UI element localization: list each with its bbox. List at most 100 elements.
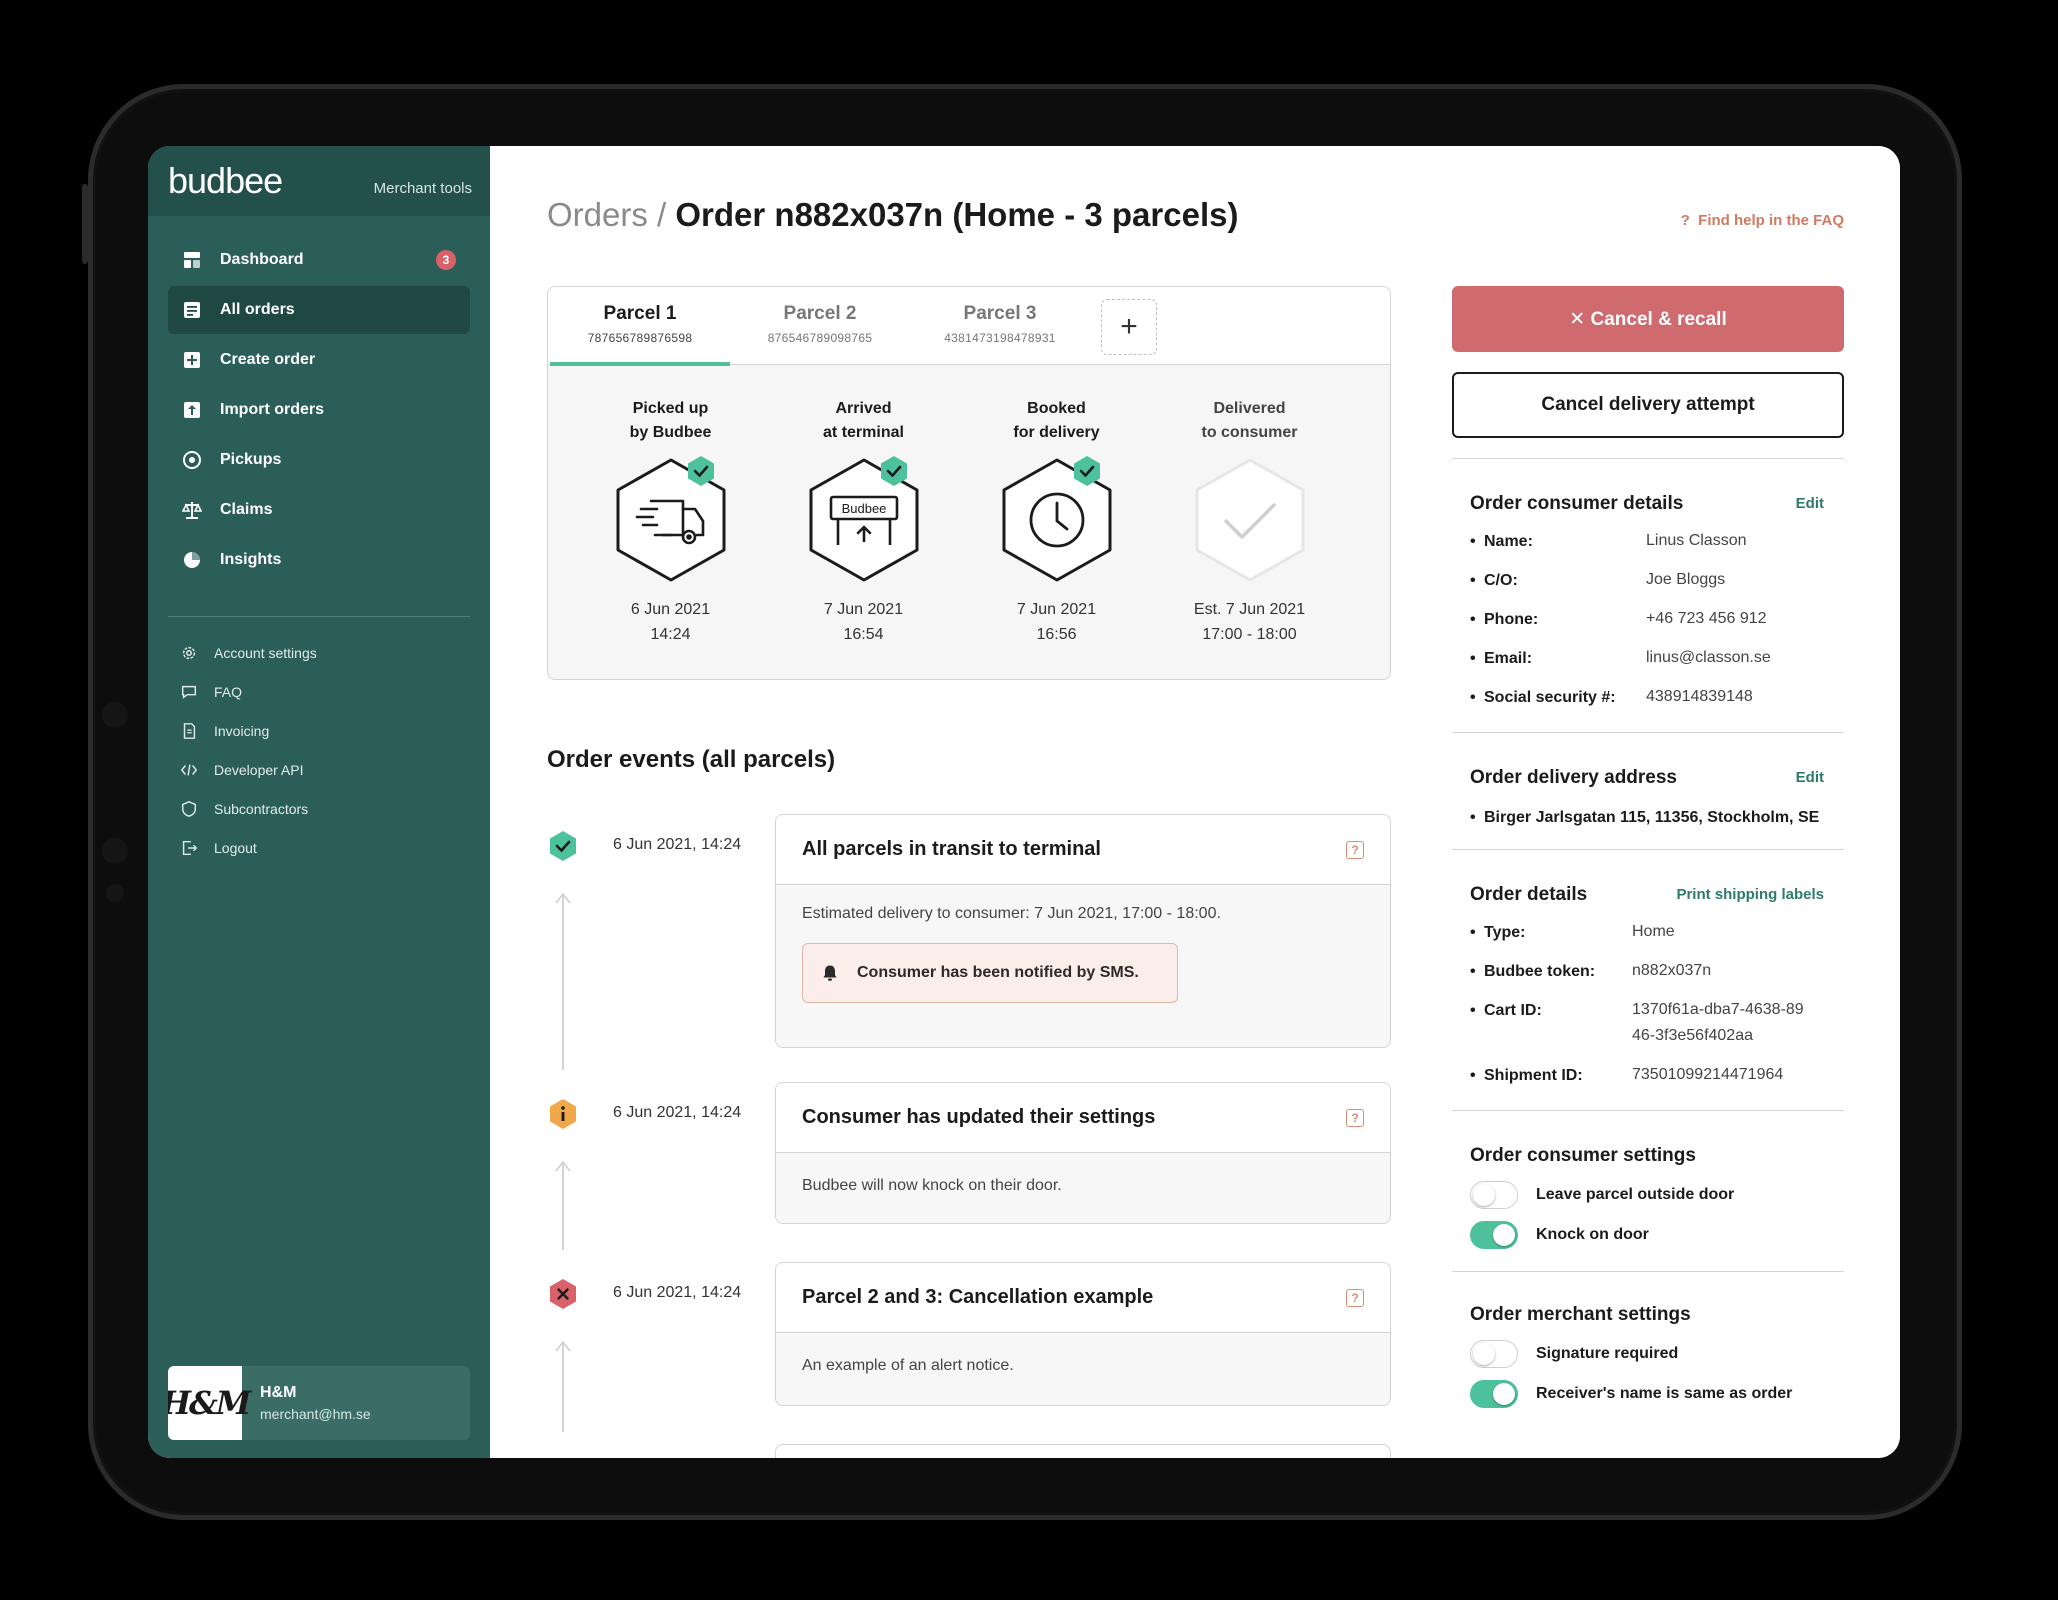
tab-label: Parcel 2: [783, 303, 857, 324]
merchant-settings-section: Order merchant settings Signature requir…: [1452, 1271, 1844, 1430]
check-badge-icon: [880, 456, 907, 486]
add-parcel-button[interactable]: +: [1101, 299, 1157, 355]
sidebar-subtitle: Merchant tools: [373, 179, 472, 197]
budbee-logo[interactable]: budbee: [168, 160, 283, 202]
detail-row: • Shipment ID: 73501099214471964: [1470, 1066, 1784, 1084]
nav-item-pickups[interactable]: Pickups: [168, 436, 470, 484]
setting-row: Signature required: [1470, 1340, 1826, 1368]
nav-label: Invoicing: [214, 722, 270, 739]
nav-item-faq[interactable]: FAQ: [148, 672, 490, 711]
pickup-icon: [182, 450, 202, 470]
event-card: All parcels in transit to terminal ? Est…: [775, 814, 1391, 1048]
tab-parcel-1[interactable]: Parcel 1 787656789876598: [550, 287, 730, 366]
error-status-icon: [550, 1279, 576, 1309]
logout-icon: [180, 839, 198, 857]
event-card-partial: [775, 1444, 1391, 1458]
section-title: Order consumer settings: [1470, 1145, 1696, 1166]
step-label: Delivered to consumer: [1201, 400, 1298, 441]
cancel-delivery-attempt-button[interactable]: Cancel delivery attempt: [1452, 372, 1844, 438]
dashboard-icon: [182, 250, 202, 270]
cancel-recall-button[interactable]: ✕ Cancel & recall: [1452, 286, 1844, 352]
tab-parcel-3[interactable]: Parcel 3 4381473198478931: [910, 287, 1090, 364]
nav-item-dashboard[interactable]: Dashboard 3: [168, 236, 470, 284]
tab-parcel-2[interactable]: Parcel 2 876546789098765: [730, 287, 910, 364]
help-icon[interactable]: ?: [1346, 1288, 1364, 1307]
tablet-side-button: [82, 184, 88, 264]
page-title: Orders / Order n882x037n (Home - 3 parce…: [547, 196, 1238, 234]
leave-outside-toggle[interactable]: [1470, 1181, 1518, 1209]
edit-consumer-link[interactable]: Edit: [1796, 495, 1824, 512]
pie-chart-icon: [182, 550, 202, 570]
check-badge-icon: [687, 456, 714, 486]
event-description: Estimated delivery to consumer: 7 Jun 20…: [802, 905, 1221, 922]
app-screen: budbee Merchant tools Dashboard 3 All or…: [148, 146, 1900, 1458]
main-nav: Dashboard 3 All orders Create order Impo…: [148, 216, 490, 584]
terminal-sign-text: Budbee: [841, 501, 886, 516]
sidebar: budbee Merchant tools Dashboard 3 All or…: [148, 146, 490, 1458]
nav-label: Subcontractors: [214, 800, 309, 817]
event-item: 6 Jun 2021, 14:24 Parcel 2 and 3: Cancel…: [547, 1262, 1391, 1432]
merchant-info: H&M merchant@hm.se: [242, 1384, 371, 1422]
nav-label: Claims: [220, 501, 273, 518]
faq-link-label: Find help in the FAQ: [1698, 212, 1844, 229]
nav-item-insights[interactable]: Insights: [168, 536, 470, 584]
orders-icon: [182, 300, 202, 320]
step-date: 6 Jun 2021 14:24: [630, 601, 711, 643]
invoice-icon: [180, 722, 198, 740]
merchant-account-card[interactable]: H&M H&M merchant@hm.se: [168, 1366, 470, 1440]
upload-icon: [182, 400, 202, 420]
timeline-line: [562, 1162, 564, 1250]
tab-parcel-number: 787656789876598: [587, 331, 693, 345]
success-status-icon: [550, 831, 576, 861]
sms-notice-text: Consumer has been notified by SMS.: [857, 964, 1139, 981]
event-card-header: Parcel 2 and 3: Cancellation example ?: [776, 1263, 1390, 1333]
sidebar-divider: [168, 616, 470, 617]
knock-on-door-toggle[interactable]: [1470, 1221, 1518, 1249]
events-section-title: Order events (all parcels): [547, 746, 836, 773]
bell-icon: [823, 965, 837, 981]
nav-item-invoicing[interactable]: Invoicing: [148, 711, 490, 750]
step-date: 7 Jun 2021 16:54: [823, 601, 904, 643]
event-body: Estimated delivery to consumer: 7 Jun 20…: [776, 885, 1390, 1023]
event-card: Consumer has updated their settings ? Bu…: [775, 1082, 1391, 1224]
signature-required-toggle[interactable]: [1470, 1340, 1518, 1368]
timeline-line: [562, 1342, 564, 1432]
setting-row: Knock on door: [1470, 1221, 1826, 1249]
nav-item-all-orders[interactable]: All orders: [168, 286, 470, 334]
tablet-camera: [102, 702, 128, 728]
nav-item-developer-api[interactable]: Developer API: [148, 750, 490, 789]
nav-item-logout[interactable]: Logout: [148, 828, 490, 867]
merchant-logo: H&M: [168, 1366, 251, 1440]
event-card-header: All parcels in transit to terminal ?: [776, 815, 1390, 885]
event-body: Budbee will now knock on their door.: [776, 1153, 1390, 1215]
print-shipping-labels-link[interactable]: Print shipping labels: [1676, 886, 1824, 903]
consumer-details-section: Order consumer details Edit • Name: Linus …: [1452, 458, 1844, 732]
event-timestamp: 6 Jun 2021, 14:24: [613, 836, 742, 853]
nav-label: FAQ: [214, 683, 243, 700]
nav-item-account-settings[interactable]: Account settings: [148, 633, 490, 672]
code-icon: [180, 761, 198, 779]
nav-item-claims[interactable]: Claims: [168, 486, 470, 534]
help-icon[interactable]: ?: [1346, 1108, 1364, 1127]
tablet-sensor: [106, 884, 124, 902]
delivery-address-section: Order delivery address Edit • Birger Jarl…: [1452, 732, 1844, 849]
nav-item-import-orders[interactable]: Import orders: [168, 386, 470, 434]
edit-address-link[interactable]: Edit: [1796, 769, 1824, 786]
breadcrumb-orders[interactable]: Orders: [547, 196, 648, 233]
event-title: Consumer has updated their settings: [802, 1106, 1156, 1128]
receiver-name-toggle[interactable]: [1470, 1380, 1518, 1408]
nav-item-create-order[interactable]: Create order: [168, 336, 470, 384]
shield-icon: [180, 800, 198, 818]
step-date: Est. 7 Jun 2021 17:00 - 18:00: [1193, 601, 1306, 643]
step-hexagon: [611, 456, 731, 583]
nav-item-subcontractors[interactable]: Subcontractors: [148, 789, 490, 828]
tab-label: Parcel 3: [963, 303, 1037, 324]
sms-notification-notice: Consumer has been notified by SMS.: [802, 943, 1178, 1003]
faq-help-link[interactable]: ? Find help in the FAQ: [1681, 212, 1844, 229]
step-date: 7 Jun 2021 16:56: [1016, 601, 1097, 643]
tablet-sensor: [102, 838, 128, 864]
event-timestamp: 6 Jun 2021, 14:24: [613, 1104, 742, 1121]
order-title: Order n882x037n (Home - 3 parcels): [675, 196, 1239, 233]
nav-label: Pickups: [220, 451, 282, 468]
help-icon[interactable]: ?: [1346, 840, 1364, 859]
